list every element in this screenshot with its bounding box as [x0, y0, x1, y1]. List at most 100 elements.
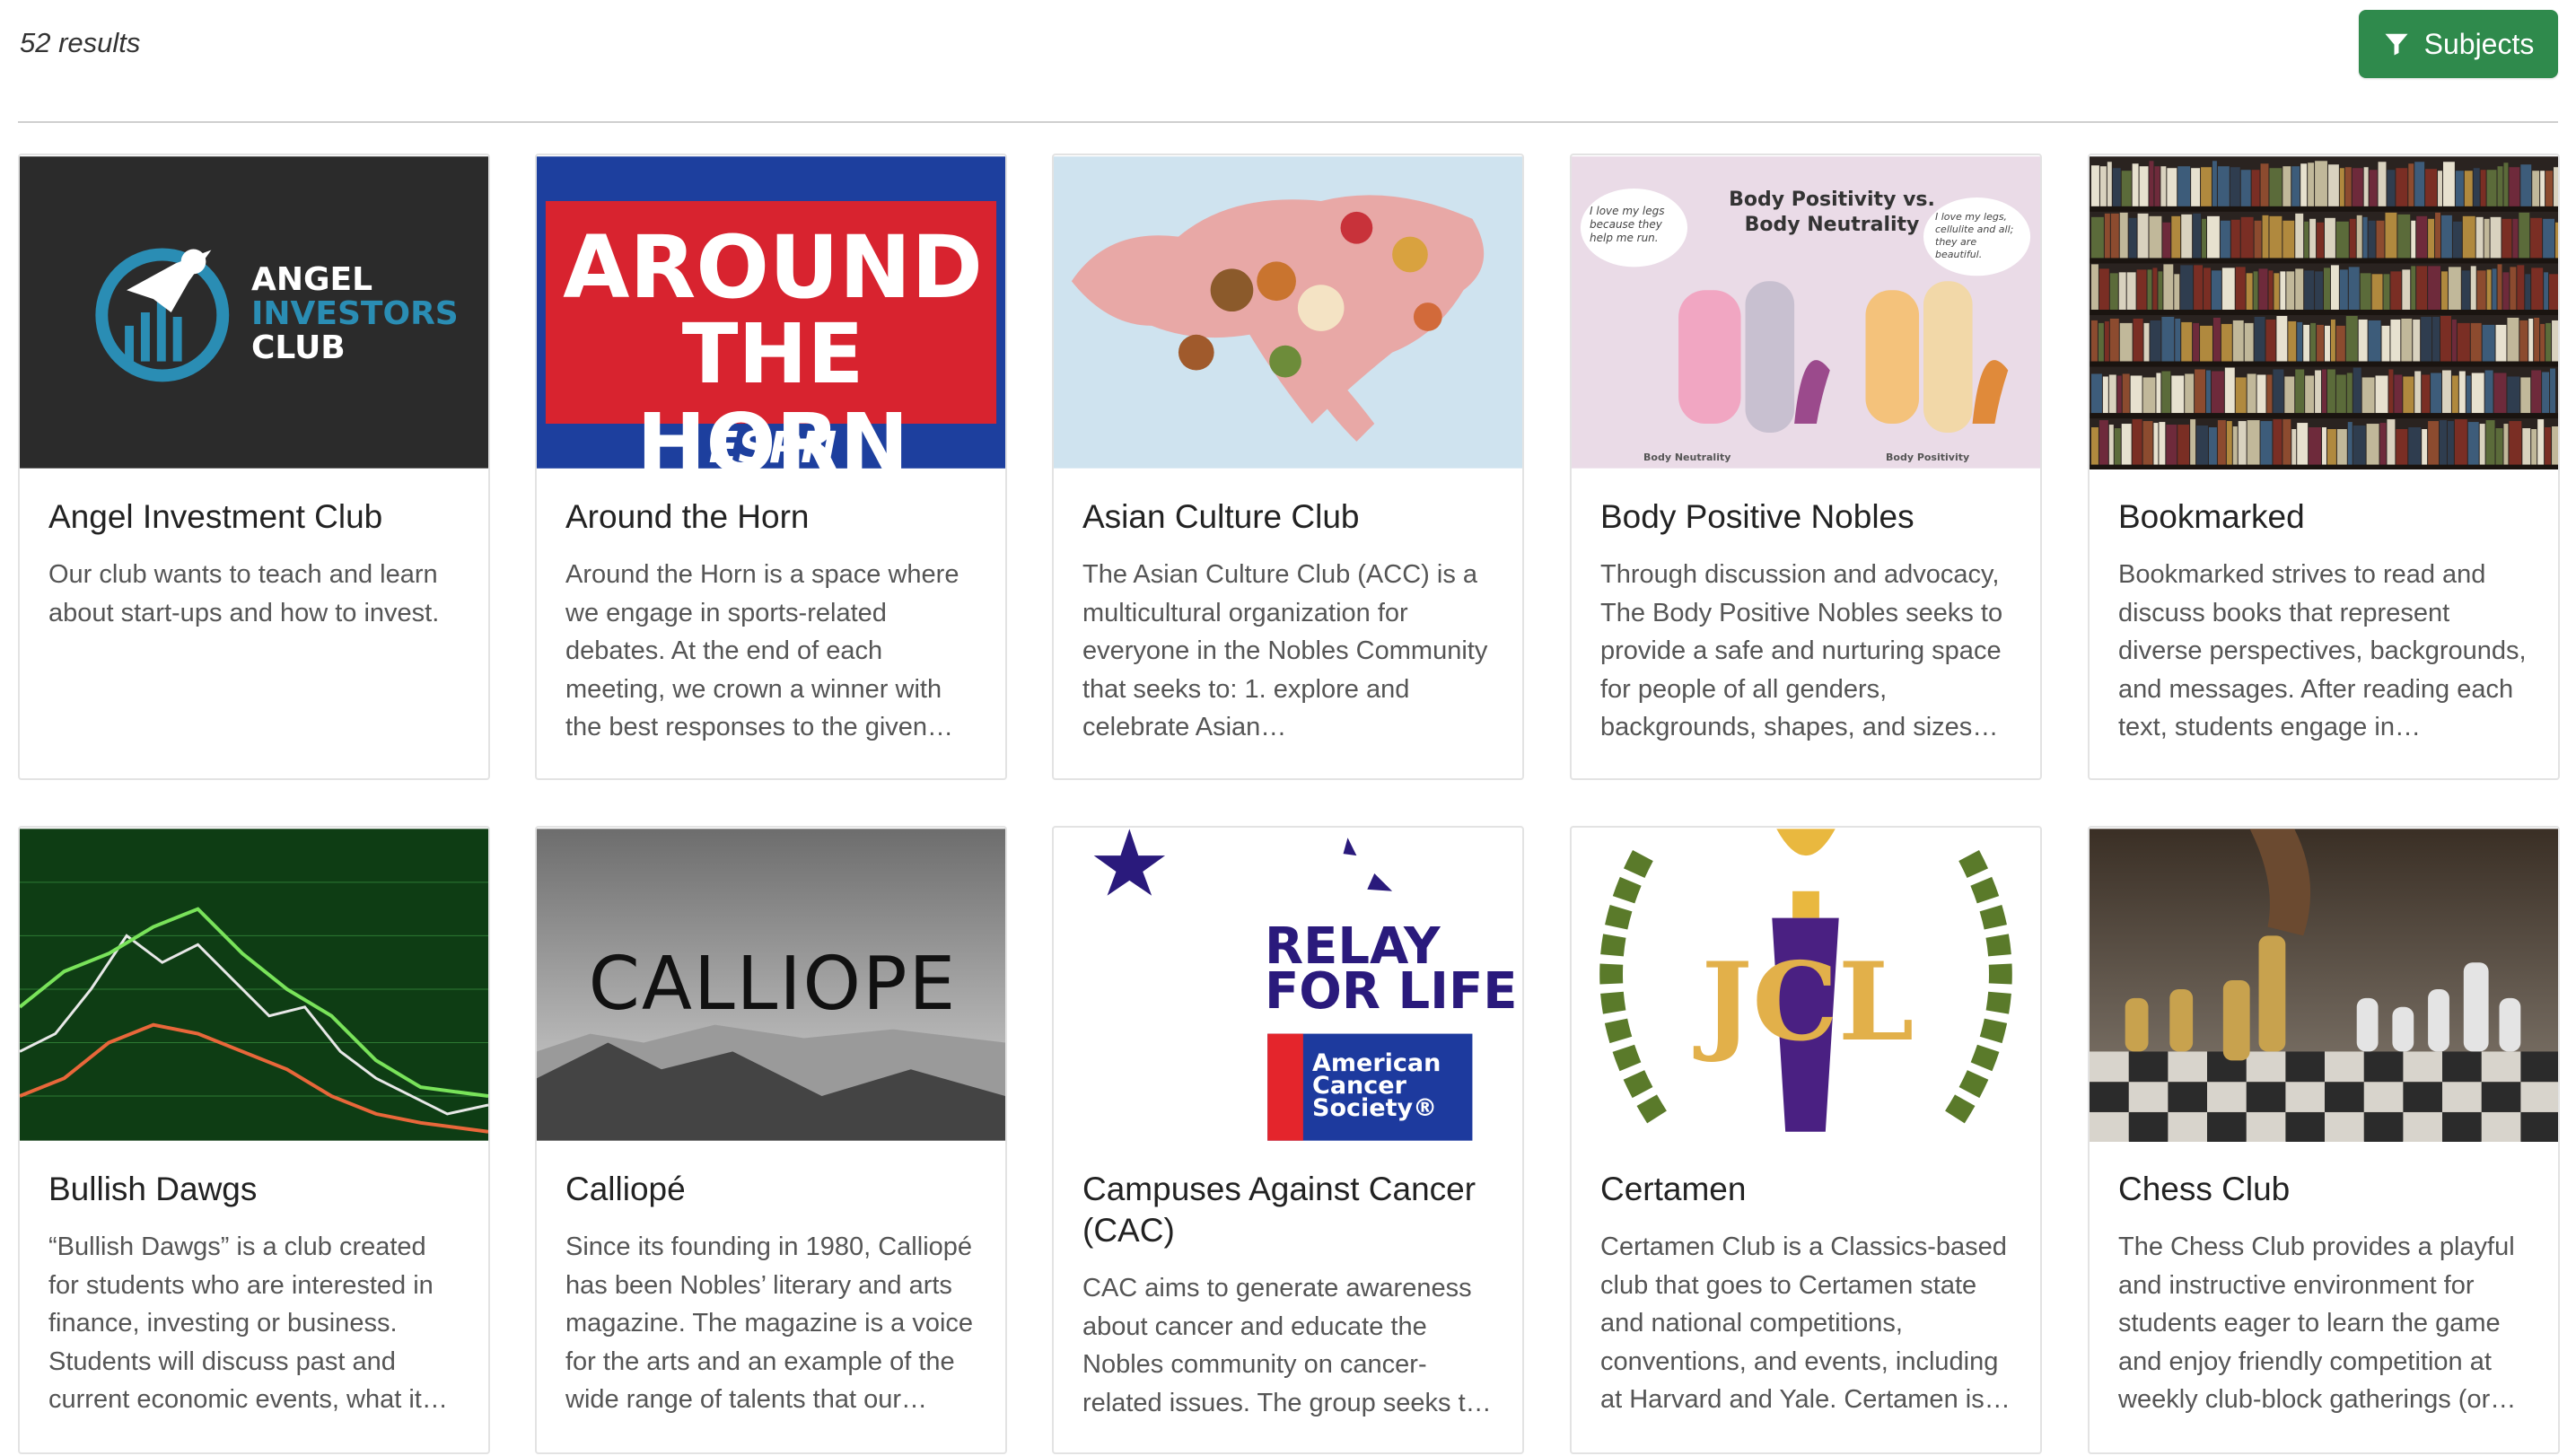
- book-spine: [2136, 269, 2147, 311]
- club-image-chessboard: [2090, 828, 2558, 1142]
- book-spine: [2375, 375, 2388, 414]
- book-spine: [2305, 375, 2315, 414]
- calliope-word: CALLIOPE: [588, 942, 958, 1027]
- club-image-angel-investors-logo: ANGEL INVESTORS CLUB: [20, 155, 488, 469]
- body-bubble-right: I love my legs, cellulite and all; they …: [1935, 211, 2014, 260]
- book-spine: [2466, 375, 2471, 414]
- book-spine: [2154, 166, 2160, 206]
- book-spine: [2221, 268, 2235, 311]
- shelf-board: [2090, 413, 2558, 419]
- book-spine: [2549, 274, 2558, 311]
- book-spine: [2390, 271, 2402, 311]
- book-spine: [2467, 422, 2479, 465]
- book-spine: [2396, 429, 2408, 465]
- book-spine: [2143, 322, 2150, 362]
- book-spine: [2408, 163, 2414, 206]
- book-spine: [2266, 374, 2273, 414]
- book-spine: [2315, 161, 2327, 206]
- book-spine: [2353, 425, 2366, 465]
- club-card-angel-investment[interactable]: ANGEL INVESTORS CLUB Angel Investment Cl…: [18, 153, 490, 780]
- book-spine: [2107, 162, 2112, 206]
- book-spine: [2254, 316, 2265, 362]
- club-title: Around the Horn: [565, 498, 810, 535]
- book-spine: [2403, 376, 2414, 414]
- book-spine: [2174, 274, 2180, 311]
- club-title: Body Positive Nobles: [1600, 498, 1914, 535]
- book-spine: [2158, 271, 2163, 311]
- chess-square: [2090, 1051, 2129, 1083]
- club-card-certamen[interactable]: JCL Certamen Certamen Club is a Classics…: [1570, 826, 2042, 1454]
- club-card-around-the-horn[interactable]: AROUND THE HORN ESPN Around the Horn Aro…: [535, 153, 1007, 780]
- club-image-stock-chart: [20, 828, 488, 1142]
- club-description: Certamen Club is a Classics-based club t…: [1600, 1232, 2011, 1414]
- book-spine: [2371, 274, 2383, 311]
- book-spine: [2339, 168, 2344, 206]
- book-spine: [2346, 373, 2353, 414]
- book-spine: [2324, 325, 2330, 362]
- book-spine: [2150, 320, 2161, 362]
- book-spine: [2362, 216, 2368, 259]
- book-spine: [2090, 320, 2098, 362]
- book-spine: [2462, 215, 2475, 259]
- book-spine: [2090, 373, 2102, 414]
- book-spine: [2181, 214, 2193, 259]
- book-spine: [2335, 221, 2349, 259]
- club-card-bullish-dawgs[interactable]: Bullish Dawgs “Bullish Dawgs” is a club …: [18, 826, 490, 1454]
- book-spine: [2322, 369, 2326, 414]
- divider: [18, 121, 2558, 123]
- book-spine: [2440, 215, 2452, 259]
- chess-square: [2168, 1111, 2207, 1142]
- club-image-relay-for-life: RELAY FOR LIFE American Cancer Society®: [1054, 828, 1522, 1142]
- book-spine: [2482, 324, 2495, 362]
- club-card-chess[interactable]: Chess Club The Chess Club provides a pla…: [2088, 826, 2560, 1454]
- book-spine: [2532, 171, 2540, 206]
- chess-square: [2206, 1082, 2247, 1112]
- book-spine: [2310, 322, 2317, 362]
- book-spine: [2238, 421, 2247, 465]
- book-spine: [2402, 269, 2411, 311]
- club-title: Asian Culture Club: [1082, 498, 1360, 535]
- book-spine: [2530, 217, 2543, 259]
- book-spine: [2295, 213, 2304, 259]
- book-spine: [2545, 171, 2554, 206]
- book-spine: [2345, 315, 2358, 362]
- book-spine: [2432, 316, 2440, 362]
- book-spine: [2211, 371, 2224, 414]
- book-spine: [2244, 322, 2254, 362]
- book-spine: [2098, 268, 2109, 311]
- book-spine: [2414, 371, 2422, 414]
- acs-line3: Society®: [1312, 1094, 1438, 1122]
- club-title: Certamen: [1600, 1171, 1747, 1207]
- club-card-bookmarked[interactable]: Bookmarked Bookmarked strives to read an…: [2088, 153, 2560, 780]
- book-spine: [2484, 370, 2493, 414]
- book-spine: [2348, 267, 2360, 311]
- book-spine: [2137, 213, 2149, 259]
- book-spine: [2224, 367, 2235, 414]
- club-card-asian-culture[interactable]: Asian Culture Club The Asian Culture Clu…: [1052, 153, 1524, 780]
- book-spine: [2149, 215, 2162, 259]
- book-spine: [2297, 423, 2309, 465]
- club-image-asia-food-map: [1054, 155, 1522, 469]
- book-spine: [2509, 167, 2520, 206]
- book-spine: [2422, 429, 2428, 465]
- book-spine: [2470, 266, 2476, 311]
- book-spine: [2421, 316, 2432, 362]
- book-spine: [2347, 422, 2353, 465]
- club-card-campuses-against-cancer[interactable]: RELAY FOR LIFE American Cancer Society® …: [1052, 826, 1524, 1454]
- angel-logo-line2: INVESTORS: [251, 295, 459, 332]
- book-spine: [2247, 373, 2256, 414]
- chess-square: [2403, 1051, 2442, 1083]
- book-spine: [2230, 219, 2240, 259]
- book-spine: [2414, 162, 2425, 206]
- book-spine: [2116, 375, 2122, 414]
- book-spine: [2171, 375, 2185, 414]
- club-card-body-positive[interactable]: Body Positivity vs. Body Neutrality I lo…: [1570, 153, 2042, 780]
- book-spine: [2240, 170, 2251, 206]
- club-card-calliope[interactable]: CALLIOPE Calliopé Since its founding in …: [535, 826, 1007, 1454]
- book-spine: [2110, 213, 2119, 259]
- book-spine: [2525, 274, 2531, 311]
- shelf-board: [2090, 464, 2558, 469]
- subjects-filter-button[interactable]: Subjects: [2359, 10, 2558, 78]
- book-spine: [2177, 166, 2191, 206]
- book-spine: [2119, 212, 2128, 259]
